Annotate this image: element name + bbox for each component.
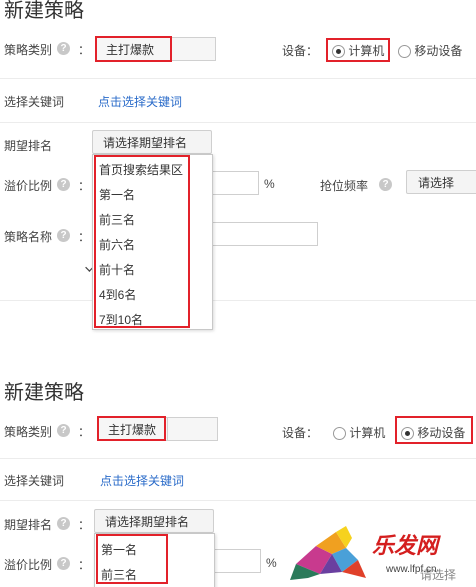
divider (0, 458, 476, 459)
radio-unchecked-icon[interactable] (333, 427, 346, 441)
radio-checked-icon[interactable] (332, 45, 345, 59)
radio-unchecked-icon[interactable] (398, 45, 411, 59)
rank-select-button[interactable]: 请选择期望排名 (94, 509, 214, 533)
highlight-box (94, 155, 190, 328)
highlight-box (97, 416, 166, 441)
rank-label: 期望排名 (4, 139, 53, 153)
select-keyword-link[interactable]: 点击选择关键词 (98, 93, 182, 110)
help-icon[interactable]: ? (57, 178, 70, 191)
colon: ： (78, 518, 91, 532)
device-option-label: 移动设备 (417, 426, 466, 440)
help-icon[interactable]: ? (57, 517, 70, 530)
device-radio-mobile[interactable]: 移动设备 (401, 424, 465, 441)
help-icon[interactable]: ? (57, 424, 70, 437)
colon: ： (78, 558, 91, 572)
frequency-select[interactable]: 请选择 (406, 170, 476, 194)
help-icon[interactable]: ? (57, 557, 70, 570)
help-icon[interactable]: ? (57, 229, 70, 242)
strategy-name-input[interactable] (210, 222, 318, 246)
percent-sign: % (266, 556, 277, 570)
strategy-name-label: 策略名称 (4, 230, 53, 244)
device-option-label: 计算机 (348, 44, 385, 58)
keyword-label: 选择关键词 (4, 474, 65, 488)
strategy-type-secondary[interactable] (168, 417, 218, 441)
help-icon[interactable]: ? (379, 178, 392, 191)
frequency-label: 抢位频率 (320, 179, 369, 193)
divider (0, 500, 476, 501)
divider (0, 300, 476, 301)
rank-select-button[interactable]: 请选择期望排名 (92, 130, 212, 154)
help-icon[interactable]: ? (57, 42, 70, 55)
divider (0, 122, 476, 123)
rank-select-text: 请选择期望排名 (103, 135, 188, 150)
polygon-bull-icon (290, 526, 366, 580)
colon: ： (78, 230, 91, 244)
highlight-box (95, 36, 172, 62)
device-option-label: 移动设备 (414, 44, 463, 58)
device-radio-mobile[interactable]: 移动设备 (398, 42, 462, 59)
strategy-type-label: 策略类别 (4, 43, 53, 57)
watermark-url: www.lfpf.cn (386, 564, 437, 575)
percent-sign: % (264, 177, 275, 191)
colon: ： (78, 425, 91, 439)
rank-label: 期望排名 (4, 518, 53, 532)
rank-select-text: 请选择期望排名 (105, 514, 190, 529)
divider (0, 78, 476, 79)
device-option-label: 计算机 (349, 426, 386, 440)
device-radio-computer[interactable]: 计算机 (333, 424, 385, 441)
premium-input[interactable] (210, 171, 259, 195)
strategy-type-secondary[interactable] (172, 37, 216, 61)
watermark-text: 乐发网 (372, 533, 439, 559)
device-label: 设备： (282, 426, 319, 440)
device-radio-computer[interactable]: 计算机 (332, 42, 384, 59)
highlight-box (96, 534, 168, 584)
radio-checked-icon[interactable] (401, 427, 414, 441)
select-keyword-link[interactable]: 点击选择关键词 (100, 472, 184, 489)
section2-title: 新建策略 (4, 382, 84, 404)
section1-title: 新建策略 (4, 0, 84, 22)
frequency-select-text: 请选择 (418, 175, 455, 190)
colon: ： (78, 43, 91, 57)
watermark-logo: 乐发网 www.lfpf.cn (286, 520, 476, 587)
keyword-label: 选择关键词 (4, 95, 65, 109)
premium-label: 溢价比例 (4, 179, 53, 193)
premium-input[interactable] (212, 549, 261, 573)
premium-label: 溢价比例 (4, 558, 53, 572)
colon: ： (78, 179, 91, 193)
strategy-type-label: 策略类别 (4, 425, 53, 439)
device-label: 设备： (282, 44, 319, 58)
